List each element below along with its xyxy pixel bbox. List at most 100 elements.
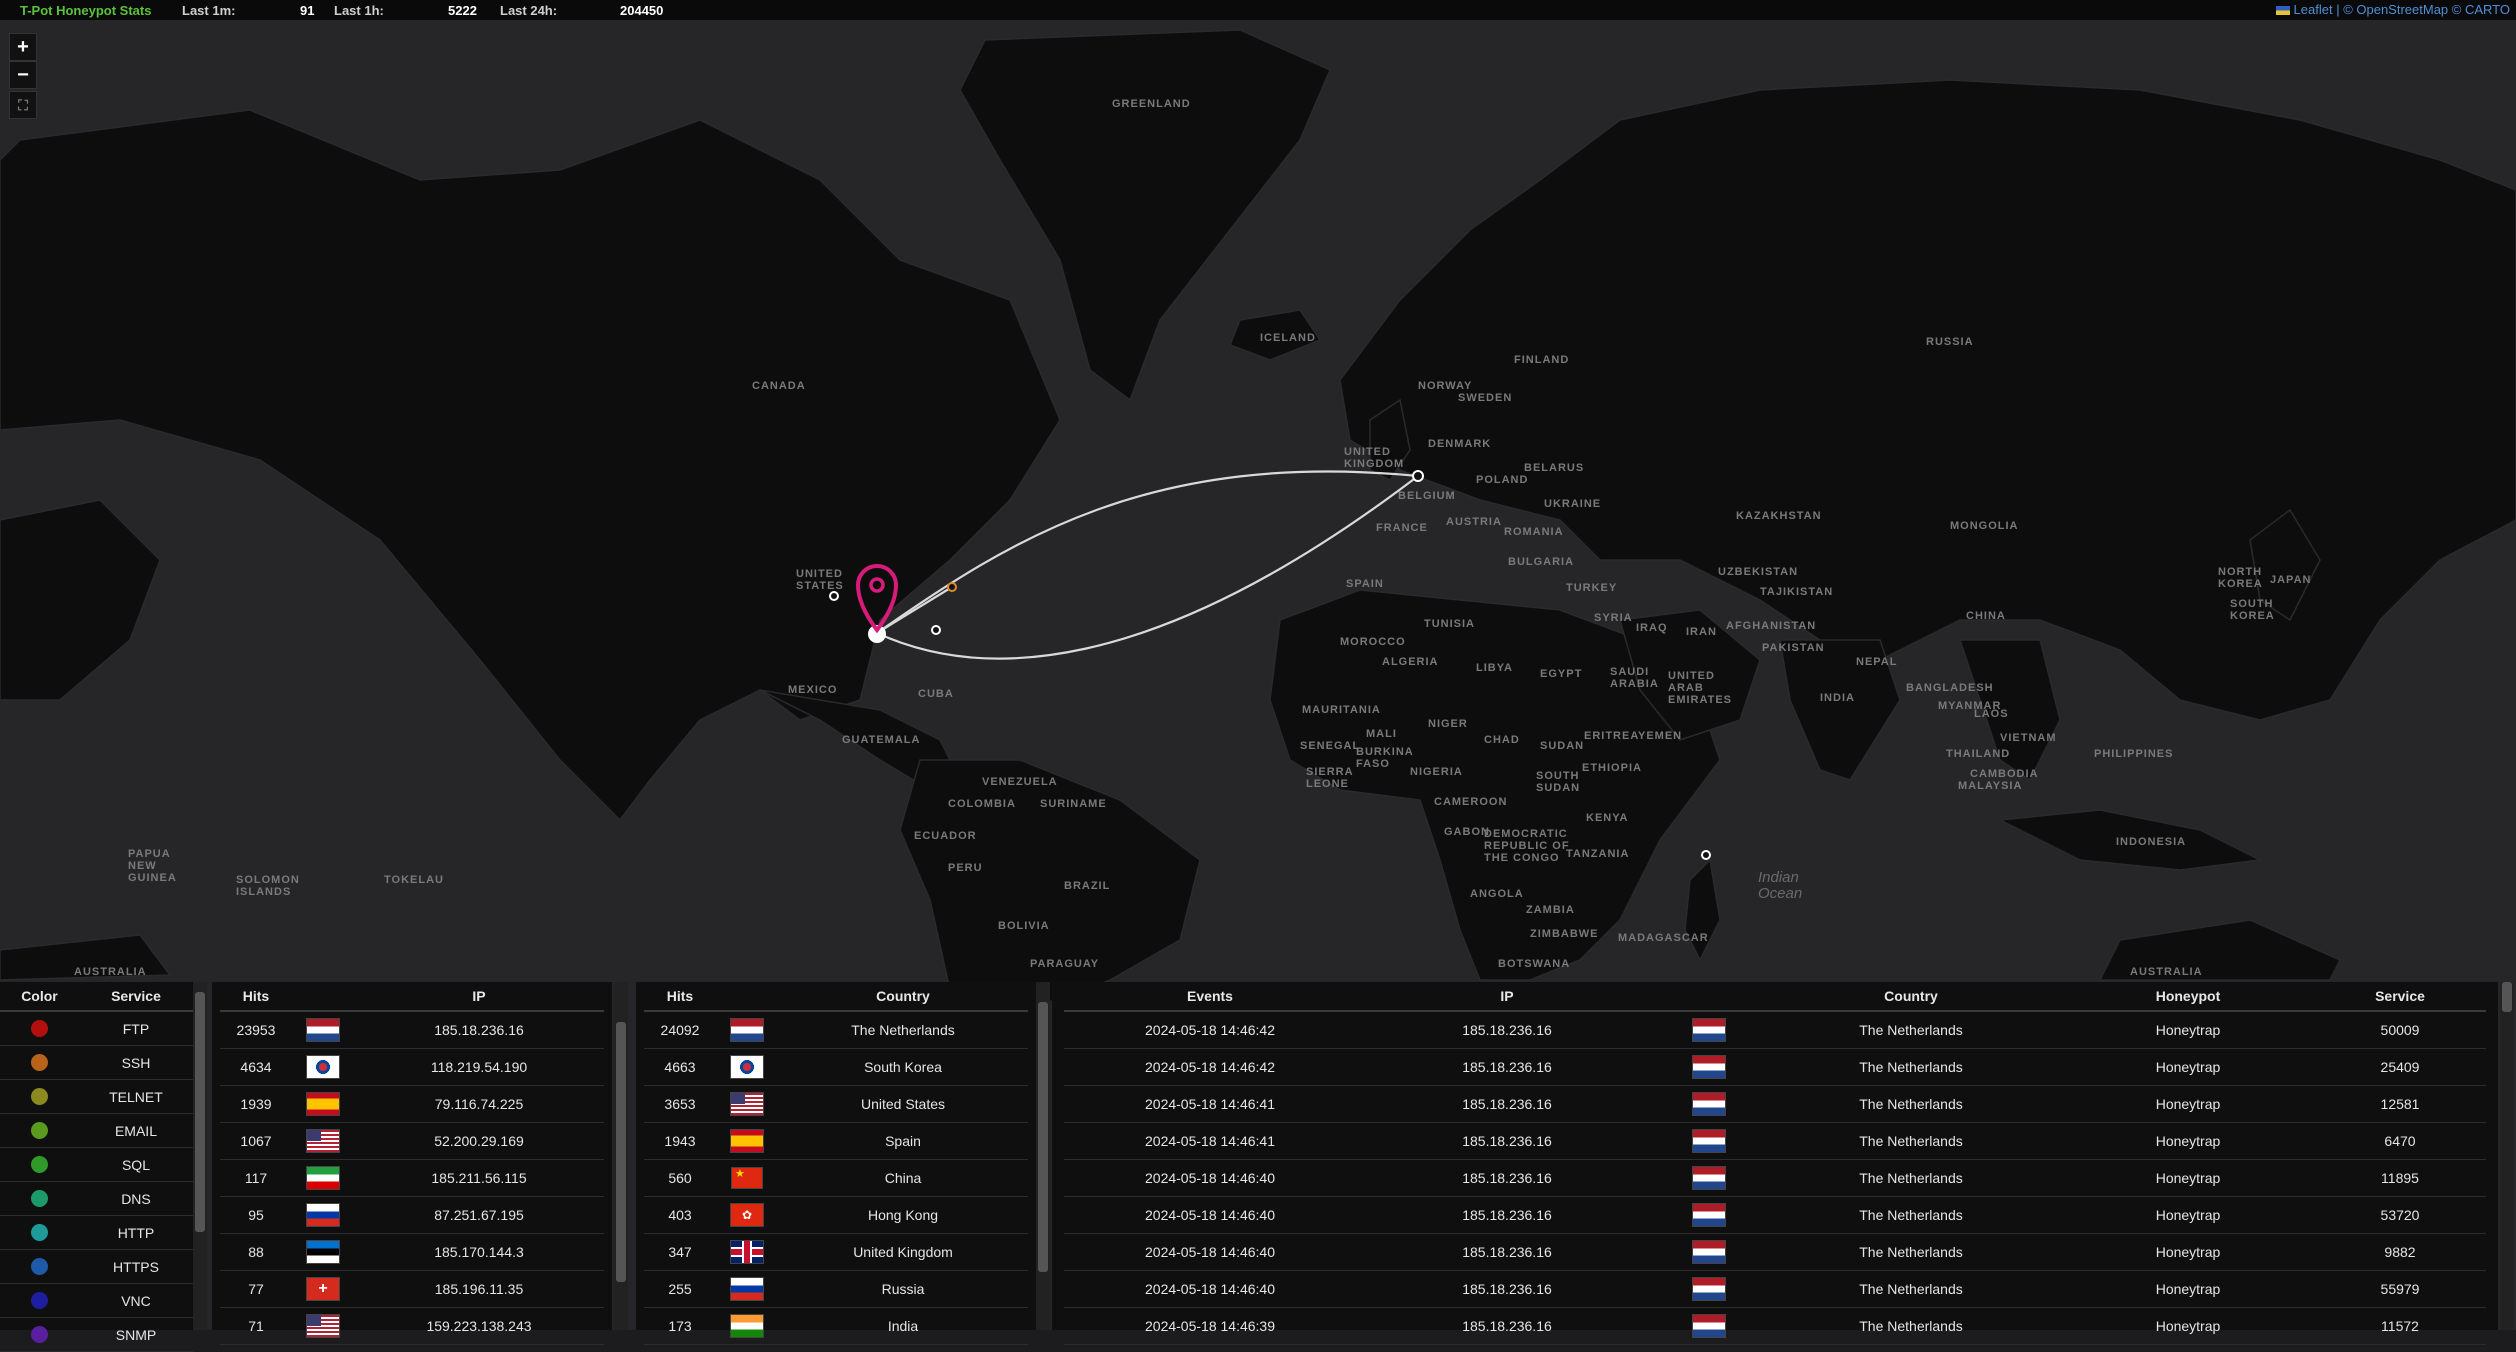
- event-time-cell: 2024-05-18 14:46:40: [1064, 1270, 1356, 1308]
- ru-flag-icon: [306, 1203, 340, 1227]
- fullscreen-button[interactable]: ⛶: [9, 91, 37, 119]
- table-row[interactable]: 4663 South Korea: [644, 1048, 1028, 1086]
- service-port-cell: 50009: [2314, 1011, 2486, 1049]
- flag-cell: ✿: [716, 1196, 778, 1234]
- top-ip-panel: Hits IP 23953 185.18.236.16 4634 118.219.54…: [212, 982, 612, 1345]
- country-cell: The Netherlands: [1760, 1159, 2062, 1197]
- hits-cell: 347: [644, 1233, 716, 1271]
- table-row[interactable]: 2024-05-18 14:46:40 185.18.236.16 The Neth…: [1064, 1233, 2486, 1271]
- column-header: Color: [0, 982, 79, 1012]
- country-table-scrollbar[interactable]: [1036, 982, 1050, 1330]
- country-cell: The Netherlands: [1760, 1048, 2062, 1086]
- table-row[interactable]: 4634 118.219.54.190: [220, 1048, 604, 1086]
- service-color-cell: [0, 1249, 79, 1284]
- map-label: CAMEROON: [1434, 796, 1508, 808]
- ip-cell: 185.170.144.3: [354, 1233, 604, 1271]
- ip-cell: 118.219.54.190: [354, 1048, 604, 1086]
- table-row[interactable]: 2024-05-18 14:46:40 185.18.236.16 The Neth…: [1064, 1196, 2486, 1234]
- table-row[interactable]: 1943 Spain: [644, 1122, 1028, 1160]
- map-label: MADAGASCAR: [1618, 932, 1709, 944]
- nl-flag-icon: [1692, 1018, 1726, 1042]
- service-port-cell: 25409: [2314, 1048, 2486, 1086]
- ch-flag-icon: +: [306, 1277, 340, 1301]
- table-row[interactable]: 560 ★ China: [644, 1159, 1028, 1197]
- country-cell: The Netherlands: [1760, 1085, 2062, 1123]
- table-row[interactable]: 2024-05-18 14:46:40 185.18.236.16 The Neth…: [1064, 1270, 2486, 1308]
- map-label: CHINA: [1966, 610, 2006, 622]
- ip-cell: 185.18.236.16: [1356, 1233, 1658, 1271]
- table-row[interactable]: 1939 79.116.74.225: [220, 1085, 604, 1123]
- legend-scrollbar[interactable]: [193, 982, 207, 1330]
- ip-cell: 185.18.236.16: [1356, 1307, 1658, 1345]
- scrollbar-thumb[interactable]: [2502, 982, 2512, 1012]
- scrollbar-thumb[interactable]: [1038, 1002, 1048, 1272]
- cn-flag-icon: ★: [731, 1167, 763, 1189]
- map-label: JAPAN: [2270, 574, 2312, 586]
- scrollbar-thumb[interactable]: [616, 1022, 626, 1282]
- service-legend-row: VNC: [0, 1283, 193, 1318]
- column-header: [1658, 982, 1760, 1012]
- ip-cell: 185.18.236.16: [1356, 1048, 1658, 1086]
- map-label: SUDAN: [1540, 740, 1585, 752]
- scrollbar-thumb[interactable]: [195, 992, 205, 1232]
- table-row[interactable]: 255 Russia: [644, 1270, 1028, 1308]
- top-country-panel: Hits Country 24092 The Netherlands 4663 Sou…: [636, 982, 1036, 1345]
- hits-cell: 71: [220, 1307, 292, 1345]
- table-row[interactable]: 117 185.211.56.115: [220, 1159, 604, 1197]
- table-row[interactable]: 2024-05-18 14:46:40 185.18.236.16 The Neth…: [1064, 1159, 2486, 1197]
- zoom-in-button[interactable]: +: [9, 33, 37, 61]
- map-label: NORTH KOREA: [2218, 566, 2263, 590]
- table-row[interactable]: 2024-05-18 14:46:41 185.18.236.16 The Neth…: [1064, 1122, 2486, 1160]
- flag-cell: [716, 1307, 778, 1345]
- honeypot-cell: Honeytrap: [2062, 1011, 2314, 1049]
- table-row[interactable]: 2024-05-18 14:46:42 185.18.236.16 The Neth…: [1064, 1048, 2486, 1086]
- flag-cell: [292, 1233, 354, 1271]
- service-port-cell: 11572: [2314, 1307, 2486, 1345]
- map-label: UNITED STATES: [796, 568, 844, 592]
- table-row[interactable]: 347 United Kingdom: [644, 1233, 1028, 1271]
- map-attribution: Leaflet | © OpenStreetMap © CARTO: [2275, 2, 2510, 17]
- es-flag-icon: [730, 1129, 764, 1153]
- map-label: TUNISIA: [1424, 618, 1475, 630]
- honeypot-cell: Honeytrap: [2062, 1048, 2314, 1086]
- country-cell: Hong Kong: [778, 1196, 1028, 1234]
- map-label: ROMANIA: [1504, 526, 1564, 538]
- service-name: EMAIL: [78, 1113, 193, 1148]
- map-label: KAZAKHSTAN: [1736, 510, 1822, 522]
- ip-cell: 185.18.236.16: [1356, 1122, 1658, 1160]
- events-table-scrollbar[interactable]: [2500, 982, 2514, 1330]
- map-label: SPAIN: [1346, 578, 1384, 590]
- table-row[interactable]: 2024-05-18 14:46:42 185.18.236.16 The Neth…: [1064, 1011, 2486, 1049]
- leaflet-link[interactable]: Leaflet: [2294, 2, 2333, 17]
- map-label: NIGER: [1428, 718, 1468, 730]
- flag-cell: [292, 1122, 354, 1160]
- table-row[interactable]: 3653 United States: [644, 1085, 1028, 1123]
- table-row[interactable]: 403 ✿ Hong Kong: [644, 1196, 1028, 1234]
- service-port-cell: 6470: [2314, 1122, 2486, 1160]
- stats-header: T-Pot Honeypot Stats Last 1m: 91 Last 1h…: [0, 0, 2516, 20]
- ip-cell: 185.18.236.16: [1356, 1159, 1658, 1197]
- osm-carto-attribution[interactable]: | © OpenStreetMap © CARTO: [2336, 2, 2510, 17]
- service-legend-row: HTTPS: [0, 1249, 193, 1284]
- table-row[interactable]: 2024-05-18 14:46:41 185.18.236.16 The Neth…: [1064, 1085, 2486, 1123]
- flag-cell: [1658, 1233, 1760, 1271]
- map-label: SOUTH KOREA: [2230, 598, 2275, 622]
- map-label: BOTSWANA: [1498, 958, 1571, 970]
- source-point-us-east: [947, 582, 957, 592]
- zoom-out-button[interactable]: −: [9, 61, 37, 89]
- service-color-swatch: [30, 1088, 48, 1106]
- table-row[interactable]: 23953 185.18.236.16: [220, 1011, 604, 1049]
- country-cell: The Netherlands: [1760, 1122, 2062, 1160]
- table-row[interactable]: 24092 The Netherlands: [644, 1011, 1028, 1049]
- table-row[interactable]: 173 India: [644, 1307, 1028, 1345]
- ee-flag-icon: [306, 1240, 340, 1264]
- event-time-cell: 2024-05-18 14:46:42: [1064, 1011, 1356, 1049]
- service-color-cell: [0, 1181, 79, 1216]
- table-row[interactable]: 1067 52.200.29.169: [220, 1122, 604, 1160]
- table-row[interactable]: 88 185.170.144.3: [220, 1233, 604, 1271]
- ip-table-scrollbar[interactable]: [614, 982, 628, 1330]
- table-row[interactable]: 95 87.251.67.195: [220, 1196, 604, 1234]
- table-row[interactable]: 77 +185.196.11.35: [220, 1270, 604, 1308]
- table-row[interactable]: 2024-05-18 14:46:39 185.18.236.16 The Neth…: [1064, 1307, 2486, 1345]
- table-row[interactable]: 71 159.223.138.243: [220, 1307, 604, 1345]
